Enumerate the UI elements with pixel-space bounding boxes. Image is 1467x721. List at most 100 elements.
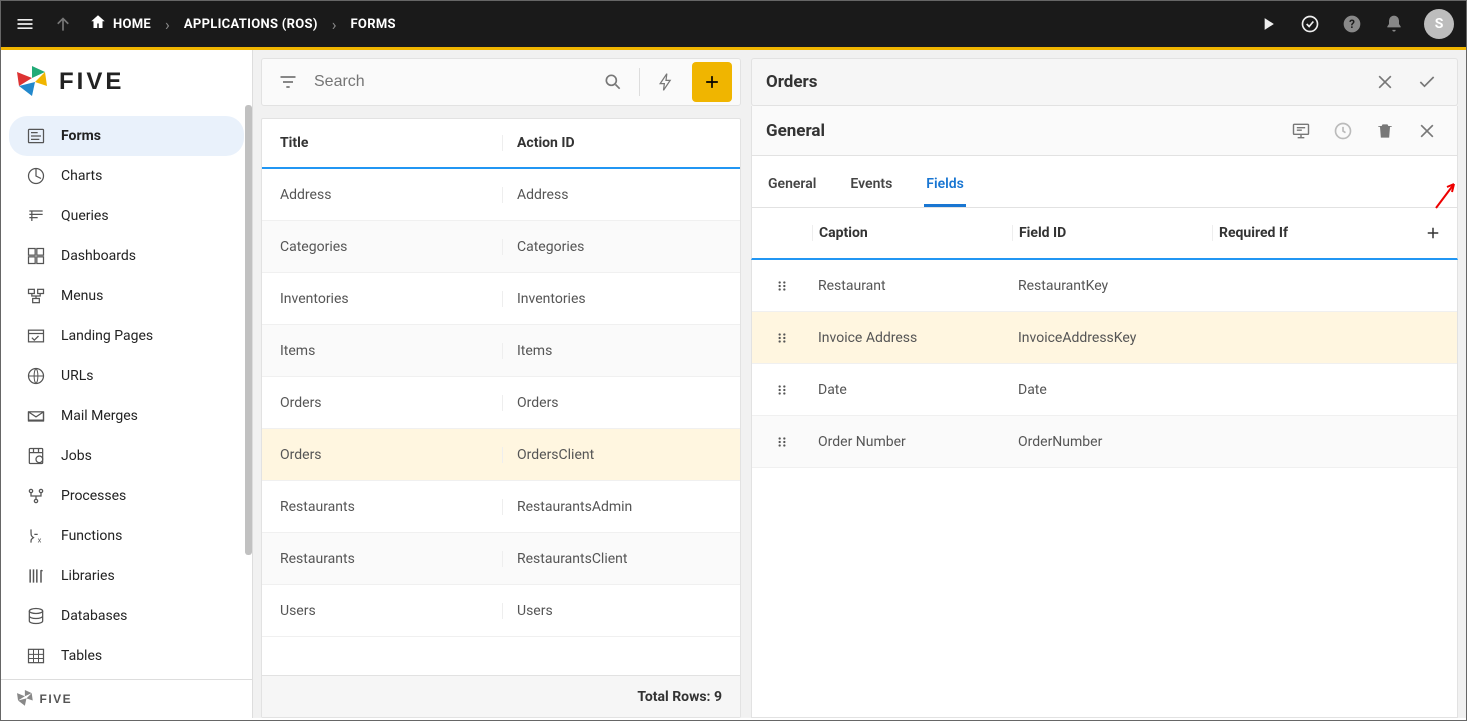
sidebar-item-charts[interactable]: Charts <box>9 156 244 196</box>
sidebar-item-icon: x <box>25 525 47 547</box>
table-row[interactable]: RestaurantsRestaurantsAdmin <box>262 481 740 533</box>
list-header-title[interactable]: Title <box>262 135 502 151</box>
add-field-button[interactable] <box>1409 224 1457 242</box>
bell-icon[interactable] <box>1382 12 1406 36</box>
table-row[interactable]: RestaurantsRestaurantsClient <box>262 533 740 585</box>
table-row[interactable]: OrdersOrders <box>262 377 740 429</box>
fields-header-required[interactable]: Required If <box>1212 225 1409 241</box>
sidebar: FIVE FormsCharts Queries Dashboards Menus La… <box>1 50 253 718</box>
up-arrow-icon[interactable] <box>51 12 75 36</box>
sidebar-item-dashboards[interactable]: Dashboards <box>9 236 244 276</box>
row-action: OrdersClient <box>502 447 740 463</box>
sidebar-item-icon <box>25 325 47 347</box>
sidebar-item-queries[interactable]: Queries <box>9 196 244 236</box>
sidebar-item-label: Landing Pages <box>61 328 153 344</box>
row-title: Categories <box>262 239 502 255</box>
tabs: General Events Fields <box>751 156 1458 208</box>
tab-events[interactable]: Events <box>848 162 894 207</box>
sidebar-item-processes[interactable]: Processes <box>9 476 244 516</box>
fields-header: Caption Field ID Required If <box>751 208 1458 260</box>
table-row[interactable]: UsersUsers <box>262 585 740 637</box>
field-row[interactable]: RestaurantRestaurantKey <box>752 260 1457 312</box>
drag-handle-icon[interactable] <box>752 435 812 449</box>
sidebar-scrollbar[interactable] <box>245 105 252 555</box>
field-row[interactable]: DateDate <box>752 364 1457 416</box>
confirm-icon[interactable] <box>1411 66 1443 98</box>
row-title: Users <box>262 603 502 619</box>
table-row[interactable]: AddressAddress <box>262 169 740 221</box>
breadcrumb-home[interactable]: HOME <box>89 13 151 35</box>
table-row[interactable]: OrdersOrdersClient <box>262 429 740 481</box>
sidebar-item-functions[interactable]: x Functions <box>9 516 244 556</box>
tab-general[interactable]: General <box>766 162 818 207</box>
row-title: Restaurants <box>262 551 502 567</box>
table-row[interactable]: ItemsItems <box>262 325 740 377</box>
sidebar-item-icon <box>25 205 47 227</box>
add-button[interactable] <box>692 62 732 102</box>
row-action: Address <box>502 187 740 203</box>
svg-text:x: x <box>38 536 42 545</box>
drag-handle-icon[interactable] <box>752 279 812 293</box>
sidebar-item-label: Databases <box>61 608 127 624</box>
sidebar-item-label: Libraries <box>61 568 115 584</box>
sidebar-item-databases[interactable]: Databases <box>9 596 244 636</box>
fields-header-caption[interactable]: Caption <box>812 225 1012 241</box>
sidebar-item-label: Queries <box>61 208 109 224</box>
detail-header: Orders <box>751 58 1458 106</box>
table-row[interactable]: InventoriesInventories <box>262 273 740 325</box>
hamburger-icon[interactable] <box>13 12 37 36</box>
search-input[interactable] <box>314 73 587 91</box>
sidebar-item-label: Processes <box>61 488 126 504</box>
field-row[interactable]: Invoice AddressInvoiceAddressKey <box>752 312 1457 364</box>
logo: FIVE <box>1 50 252 112</box>
drag-handle-icon[interactable] <box>752 383 812 397</box>
inspect-icon[interactable] <box>1298 12 1322 36</box>
sidebar-item-label: Tables <box>61 648 102 664</box>
breadcrumb-forms[interactable]: FORMS <box>351 17 396 32</box>
list-header: Title Action ID <box>262 119 740 169</box>
history-icon[interactable] <box>1327 115 1359 147</box>
row-title: Inventories <box>262 291 502 307</box>
sidebar-item-label: Menus <box>61 288 103 304</box>
sidebar-item-icon <box>25 245 47 267</box>
bolt-icon[interactable] <box>648 64 684 100</box>
trash-icon[interactable] <box>1369 115 1401 147</box>
sidebar-item-menus[interactable]: Menus <box>9 276 244 316</box>
detail-subheader: General <box>751 106 1458 156</box>
sidebar-item-jobs[interactable]: Jobs <box>9 436 244 476</box>
table-row[interactable]: CategoriesCategories <box>262 221 740 273</box>
sidebar-item-label: Mail Merges <box>61 408 138 424</box>
sidebar-item-label: Functions <box>61 528 122 544</box>
sidebar-item-icon <box>25 645 47 667</box>
drag-handle-icon[interactable] <box>752 331 812 345</box>
field-id: OrderNumber <box>1012 434 1212 450</box>
field-row[interactable]: Order NumberOrderNumber <box>752 416 1457 468</box>
sidebar-item-icon <box>25 405 47 427</box>
monitor-icon[interactable] <box>1285 115 1317 147</box>
row-action: RestaurantsAdmin <box>502 499 740 515</box>
avatar[interactable]: S <box>1424 9 1454 39</box>
row-title: Address <box>262 187 502 203</box>
row-action: Orders <box>502 395 740 411</box>
row-action: Inventories <box>502 291 740 307</box>
svg-text:FIVE: FIVE <box>59 68 124 95</box>
sidebar-item-urls[interactable]: URLs <box>9 356 244 396</box>
help-icon[interactable]: ? <box>1340 12 1364 36</box>
filter-icon[interactable] <box>270 64 306 100</box>
list-footer-text: Total Rows: 9 <box>637 689 722 705</box>
close-section-icon[interactable] <box>1411 115 1443 147</box>
sidebar-item-tables[interactable]: Tables <box>9 636 244 676</box>
search-icon[interactable] <box>595 64 631 100</box>
row-action: Users <box>502 603 740 619</box>
avatar-initial: S <box>1435 16 1444 32</box>
play-icon[interactable] <box>1256 12 1280 36</box>
sidebar-item-forms[interactable]: Forms <box>9 116 244 156</box>
close-icon[interactable] <box>1369 66 1401 98</box>
sidebar-item-libraries[interactable]: Libraries <box>9 556 244 596</box>
list-header-action[interactable]: Action ID <box>502 135 740 151</box>
tab-fields[interactable]: Fields <box>924 162 966 207</box>
fields-header-fieldid[interactable]: Field ID <box>1012 225 1212 241</box>
sidebar-item-mail-merges[interactable]: Mail Merges <box>9 396 244 436</box>
sidebar-item-landing-pages[interactable]: Landing Pages <box>9 316 244 356</box>
breadcrumb-applications[interactable]: APPLICATIONS (ROS) <box>184 17 318 32</box>
